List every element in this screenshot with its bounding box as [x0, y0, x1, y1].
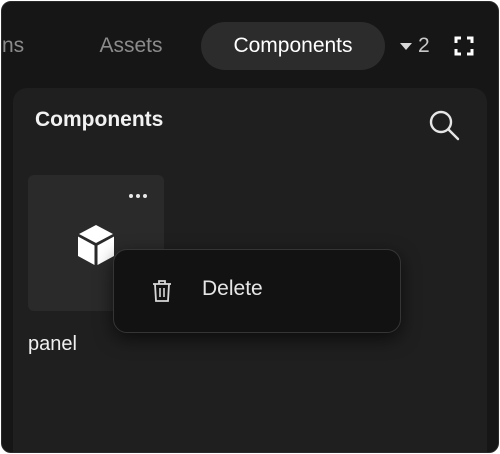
tab-bar: ns Assets Components 2	[2, 2, 498, 88]
tab-assets[interactable]: Assets	[76, 22, 186, 70]
app-window: ns Assets Components 2 Components panel …	[1, 1, 499, 453]
search-icon[interactable]	[427, 108, 461, 142]
tab-partial[interactable]: ns	[2, 22, 48, 70]
overflow-tabs-button[interactable]: 2	[400, 28, 430, 64]
tab-assets-label: Assets	[99, 34, 163, 57]
delete-label: Delete	[202, 277, 263, 300]
context-menu: Delete	[113, 249, 401, 333]
chevron-down-icon	[400, 42, 412, 50]
tab-components[interactable]: Components	[201, 22, 385, 70]
expand-icon[interactable]	[453, 35, 475, 57]
tab-partial-label: ns	[2, 34, 25, 57]
tab-components-label: Components	[233, 34, 353, 57]
more-horizontal-icon[interactable]	[124, 189, 152, 203]
delete-menu-item[interactable]: Delete	[114, 250, 400, 332]
panel-title: Components	[35, 108, 164, 131]
component-label: panel	[28, 333, 77, 355]
trash-icon	[153, 280, 171, 302]
hidden-tabs-count: 2	[418, 34, 430, 57]
cube-icon	[78, 225, 114, 265]
